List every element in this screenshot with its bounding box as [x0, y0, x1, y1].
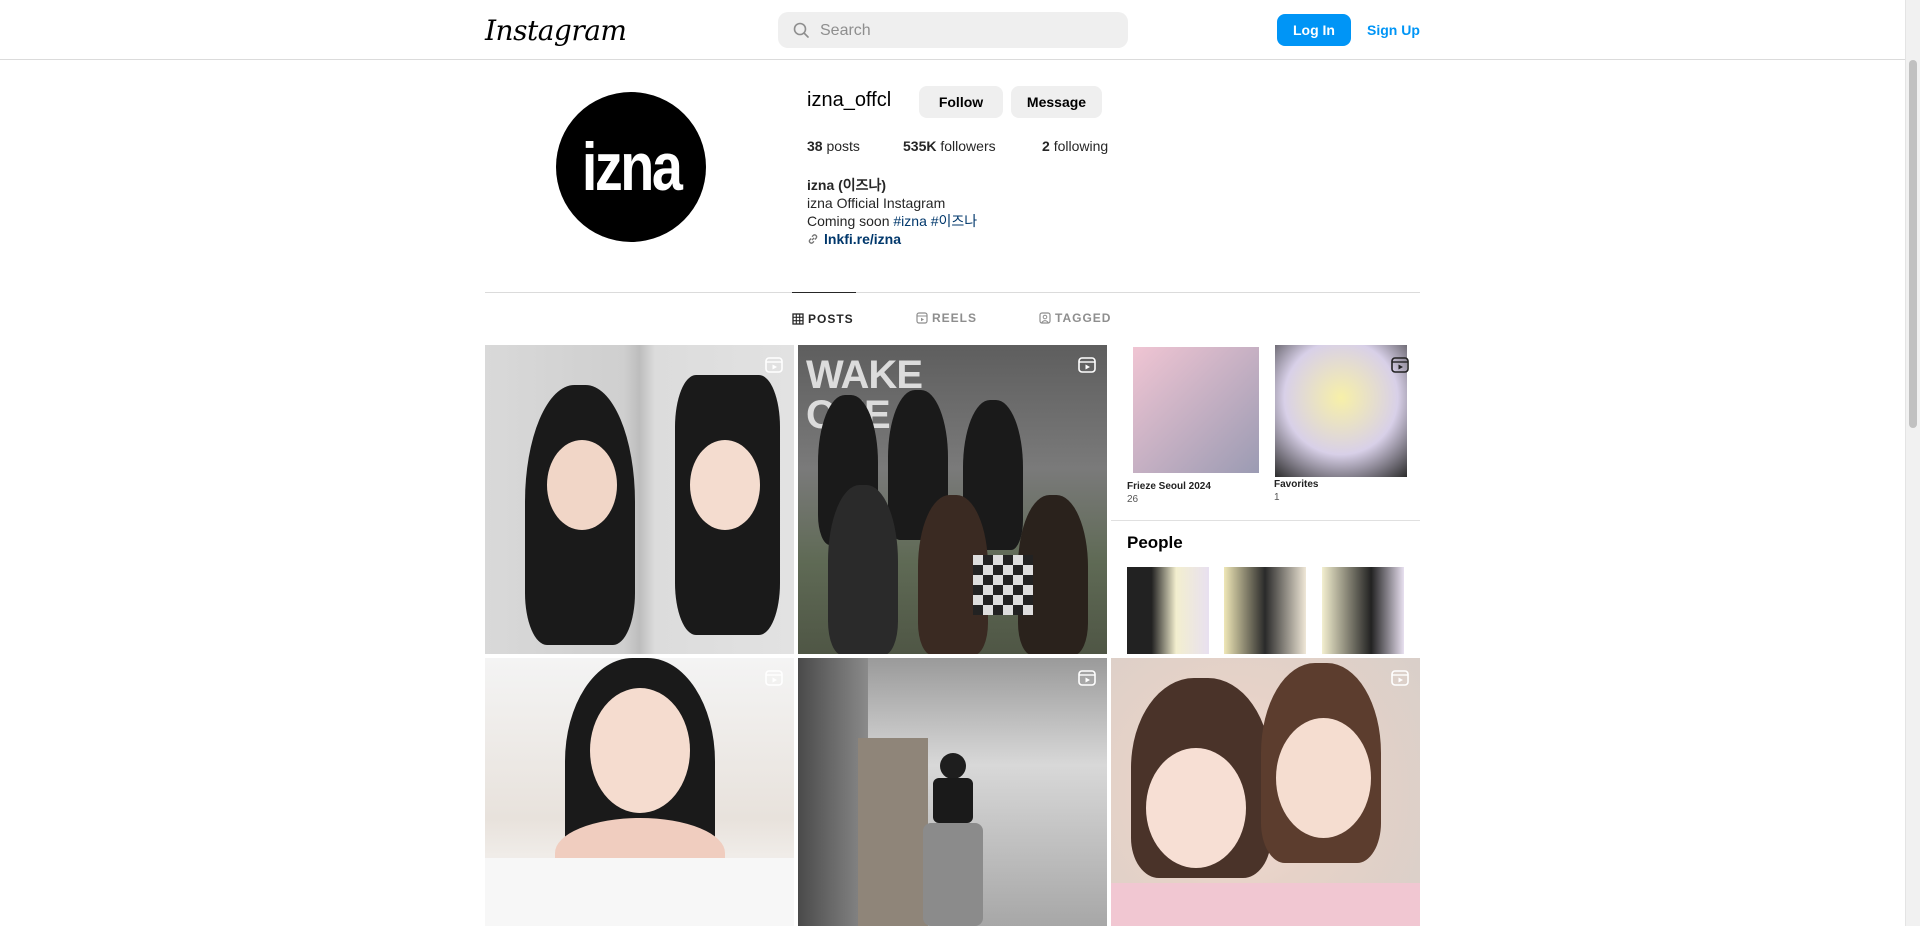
tagged-icon: [1039, 312, 1051, 324]
post-tile[interactable]: WAKE ONE: [798, 345, 1107, 654]
reel-icon: [1391, 357, 1409, 373]
post-photo-clothing: [1111, 883, 1420, 926]
post-photo-clothing: [485, 858, 794, 926]
post-tile[interactable]: [798, 658, 1107, 926]
following-count: 2: [1042, 138, 1050, 154]
instagram-logo[interactable]: Instagram: [485, 14, 627, 47]
album-title: Frieze Seoul 2024: [1127, 481, 1211, 492]
reel-icon: [765, 670, 783, 686]
tab-posts[interactable]: POSTS: [792, 292, 856, 345]
album-title: Favorites: [1274, 479, 1319, 490]
reels-icon: [916, 312, 928, 324]
post-album-thumbnail: [1275, 345, 1407, 477]
profile-display-name: izna (이즈나): [807, 177, 887, 193]
profile-avatar[interactable]: izna: [556, 92, 706, 242]
login-button[interactable]: Log In: [1277, 14, 1351, 46]
post-people-thumbnail: [1224, 567, 1306, 654]
search-icon: [793, 22, 809, 38]
hashtag-izna[interactable]: #izna: [893, 213, 926, 229]
reel-icon: [765, 357, 783, 373]
avatar-logo-text: izna: [581, 129, 683, 205]
post-photo-curtain: [858, 738, 928, 926]
scrollbar-thumb[interactable]: [1909, 60, 1917, 428]
post-tile[interactable]: [485, 658, 794, 926]
follow-button[interactable]: Follow: [919, 86, 1003, 118]
grid-icon: [792, 313, 804, 325]
following-stat[interactable]: 2 following: [1042, 138, 1108, 154]
post-photo-face: [940, 753, 966, 779]
page-scrollbar[interactable]: [1905, 0, 1920, 926]
posts-count: 38: [807, 138, 823, 154]
post-photo-face: [690, 440, 760, 530]
followers-label: followers: [940, 138, 996, 154]
post-tile[interactable]: [485, 345, 794, 654]
tab-posts-label: POSTS: [808, 312, 854, 326]
post-photo-dancer: [933, 778, 973, 823]
posts-stat: 38 posts: [807, 138, 860, 154]
link-text: lnkfi.re/izna: [824, 231, 902, 247]
tab-reels[interactable]: REELS: [916, 292, 977, 344]
posts-label: posts: [826, 138, 860, 154]
tab-tagged-label: TAGGED: [1055, 311, 1112, 325]
post-section-title: People: [1127, 533, 1183, 552]
bio-line: izna Official Instagram: [807, 195, 946, 211]
link-icon: [808, 234, 818, 244]
album-count: 26: [1127, 494, 1139, 505]
bio-hashtag-line: Coming soon #izna #이즈나: [807, 212, 977, 230]
post-photo-checkered-shirt: [973, 555, 1033, 615]
post-divider: [1111, 520, 1420, 521]
post-people-thumbnail: [1127, 567, 1209, 654]
top-navigation-bar: Instagram Log In Sign Up: [0, 0, 1906, 60]
following-label: following: [1053, 138, 1109, 154]
tab-tagged[interactable]: TAGGED: [1039, 292, 1111, 344]
signup-link[interactable]: Sign Up: [1367, 14, 1420, 46]
tab-reels-label: REELS: [932, 311, 978, 325]
album-count: 1: [1274, 492, 1280, 503]
post-photo-face: [1276, 718, 1371, 838]
bio-external-link[interactable]: lnkfi.re/izna: [807, 230, 901, 248]
post-photo-person: [828, 485, 898, 654]
followers-stat[interactable]: 535K followers: [903, 138, 996, 154]
post-album-thumbnail: [1133, 347, 1259, 473]
bio-text: Coming soon: [807, 213, 890, 229]
message-button[interactable]: Message: [1011, 86, 1102, 118]
post-photo-face: [590, 688, 690, 813]
search-input[interactable]: [818, 12, 1122, 50]
post-photo-face: [1146, 748, 1246, 868]
post-tile[interactable]: Frieze Seoul 2024 26 Favorites 1 People: [1111, 345, 1420, 654]
post-photo-face: [547, 440, 617, 530]
profile-username: izna_offcl: [807, 89, 892, 111]
reel-icon: [1078, 357, 1096, 373]
followers-count: 535K: [903, 138, 937, 154]
reel-icon: [1391, 670, 1409, 686]
post-tile[interactable]: [1111, 658, 1420, 926]
hashtag-izna-korean[interactable]: #이즈나: [931, 213, 977, 229]
post-photo-dancer-pants: [923, 823, 983, 926]
reel-icon: [1078, 670, 1096, 686]
search-bar[interactable]: [778, 12, 1128, 50]
post-people-thumbnail: [1322, 567, 1404, 654]
